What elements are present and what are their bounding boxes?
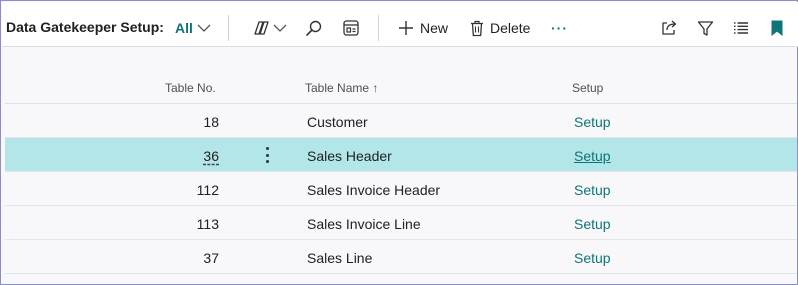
- edit-list-button[interactable]: [342, 16, 360, 40]
- more-options-button[interactable]: ···: [551, 16, 568, 40]
- new-button[interactable]: New: [398, 16, 448, 40]
- chevron-down-icon: [197, 23, 211, 33]
- list-view-button[interactable]: [733, 16, 749, 40]
- column-header-table-name[interactable]: Table Name ↑: [305, 81, 378, 95]
- bookmark-button[interactable]: [771, 16, 783, 40]
- table-name-cell: Customer: [307, 114, 368, 130]
- table-row[interactable]: 113 Sales Invoice Line Setup: [5, 206, 797, 240]
- search-icon: [305, 19, 323, 37]
- copilot-button[interactable]: [251, 16, 287, 40]
- list-header: Table No. Table Name ↑ Setup: [5, 71, 797, 104]
- table-no-cell: 37: [159, 250, 219, 266]
- table-no-value: 18: [203, 114, 219, 130]
- toolbar-separator: [228, 15, 229, 41]
- copilot-icon: [251, 18, 271, 38]
- new-button-label: New: [420, 20, 449, 36]
- filter-button[interactable]: [697, 16, 714, 40]
- share-button[interactable]: [660, 16, 678, 40]
- edit-list-icon: [342, 19, 360, 37]
- delete-button-label: Delete: [490, 20, 531, 36]
- page-title: Data Gatekeeper Setup:: [6, 19, 164, 35]
- search-button[interactable]: [305, 16, 323, 40]
- action-bar: Data Gatekeeper Setup: All New Delete ··…: [2, 2, 798, 47]
- column-header-table-no[interactable]: Table No.: [165, 81, 216, 95]
- table-row[interactable]: 18 Customer Setup: [5, 104, 797, 138]
- table-row[interactable]: 36 Sales Header Setup: [5, 138, 797, 172]
- list-view-icon: [733, 21, 749, 35]
- table-no-cell: 113: [159, 216, 219, 232]
- chevron-down-icon: [273, 23, 287, 33]
- setup-link[interactable]: Setup: [574, 216, 611, 232]
- view-selector-label: All: [175, 20, 193, 36]
- table-row[interactable]: 112 Sales Invoice Header Setup: [5, 172, 797, 206]
- trash-icon: [470, 20, 484, 37]
- table-name-cell: Sales Invoice Line: [307, 216, 421, 232]
- setup-link[interactable]: Setup: [574, 250, 611, 266]
- table-no-value: 36: [203, 148, 219, 164]
- plus-icon: [398, 20, 414, 36]
- filter-icon: [697, 20, 714, 37]
- sort-ascending-icon: ↑: [372, 81, 379, 95]
- row-actions-icon[interactable]: [264, 146, 270, 164]
- column-header-table-name-label: Table Name: [305, 81, 370, 95]
- table-name-cell: Sales Line: [307, 250, 373, 266]
- table-no-value: 37: [203, 250, 219, 266]
- toolbar-separator: [378, 15, 379, 41]
- setup-link[interactable]: Setup: [574, 148, 611, 164]
- setup-link[interactable]: Setup: [574, 114, 611, 130]
- table-no-value: 112: [196, 182, 219, 198]
- table-no-cell: 112: [159, 182, 219, 198]
- table-no-cell: 18: [159, 114, 219, 130]
- bookmark-icon: [771, 20, 783, 36]
- delete-button[interactable]: Delete: [470, 16, 530, 40]
- table-name-cell: Sales Header: [307, 148, 392, 164]
- column-header-setup[interactable]: Setup: [572, 81, 603, 95]
- view-selector[interactable]: All: [175, 16, 211, 40]
- page-frame: Data Gatekeeper Setup: All New Delete ··…: [0, 0, 798, 285]
- share-icon: [660, 19, 678, 37]
- table-row[interactable]: 37 Sales Line Setup: [5, 240, 797, 274]
- table-name-cell: Sales Invoice Header: [307, 182, 441, 198]
- table-no-cell[interactable]: 36: [159, 148, 219, 164]
- table-no-value: 113: [196, 216, 219, 232]
- setup-link[interactable]: Setup: [574, 182, 611, 198]
- more-options-icon: ···: [551, 20, 568, 36]
